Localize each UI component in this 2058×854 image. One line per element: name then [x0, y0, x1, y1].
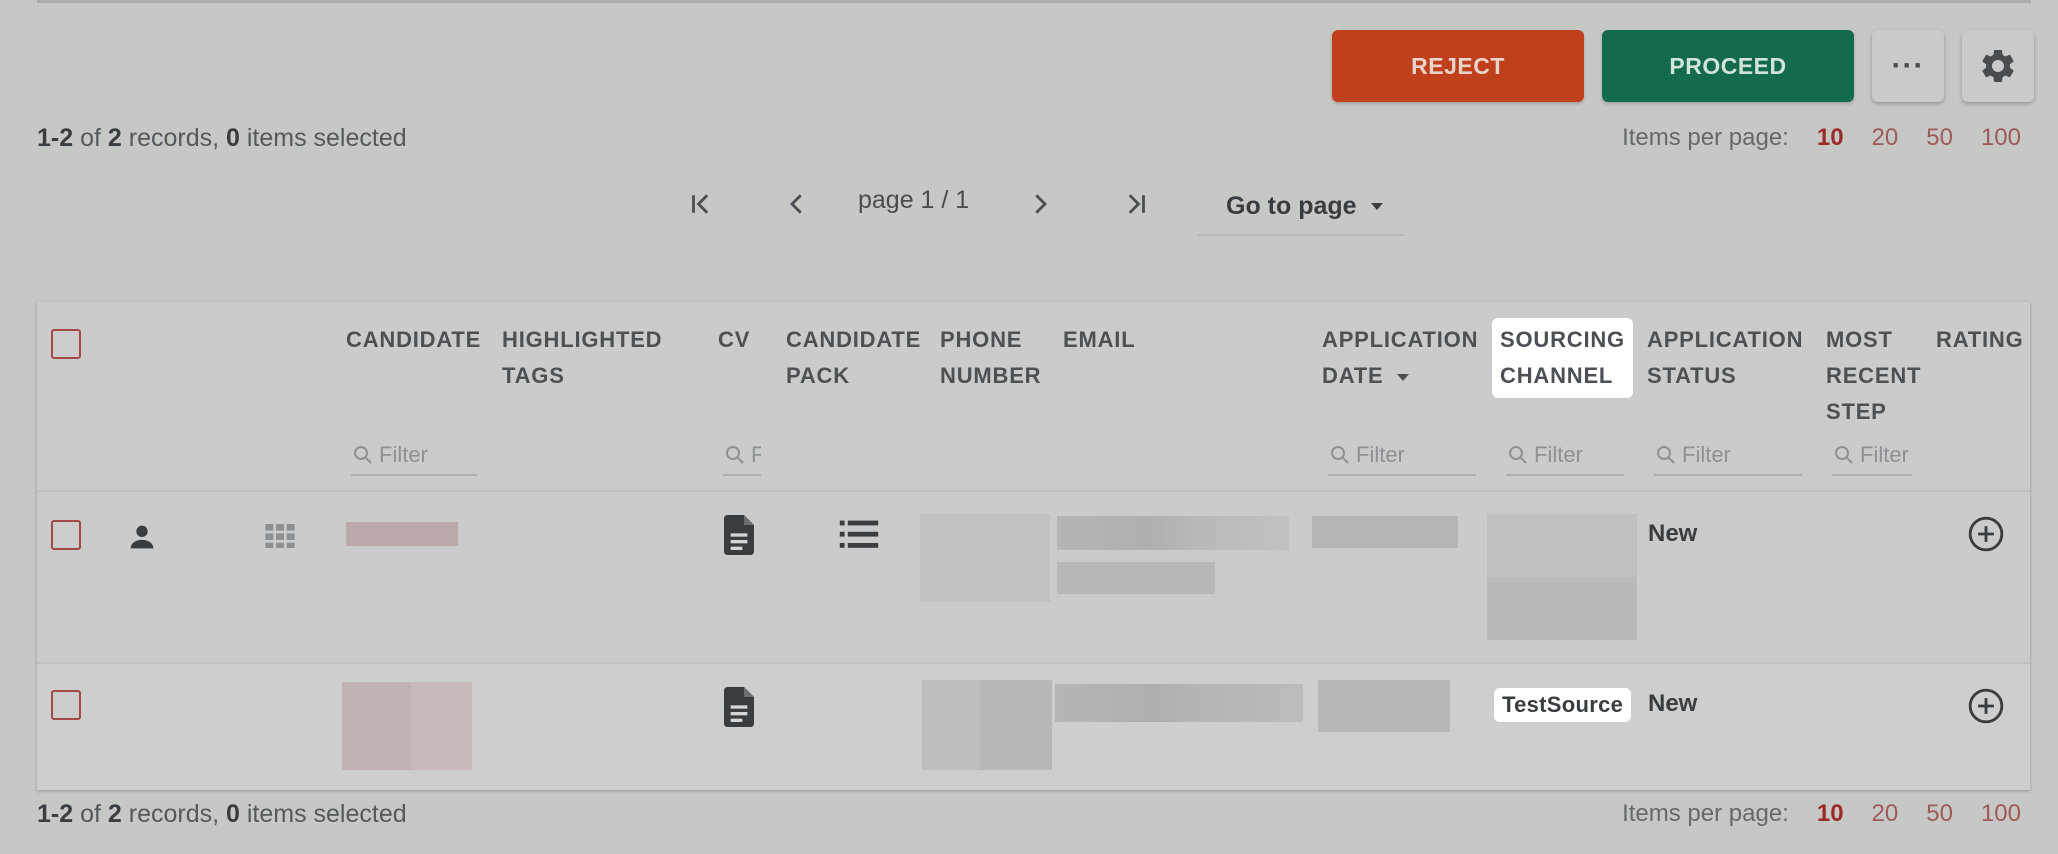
candidate-name-redacted[interactable]: [346, 522, 458, 546]
page-indicator: page 1 / 1: [858, 186, 970, 214]
col-header-rating[interactable]: RATING: [1936, 322, 2024, 358]
col-header-candidate-pack[interactable]: CANDIDATE PACK: [786, 322, 921, 394]
col-header-cv[interactable]: CV: [718, 322, 750, 358]
search-icon: [1331, 446, 1349, 464]
gear-icon: [1982, 49, 2014, 82]
application-date-filter-input[interactable]: Filter: [1328, 436, 1476, 476]
document-icon[interactable]: [722, 514, 756, 556]
prev-page-button[interactable]: [777, 184, 817, 224]
email-redacted: [1055, 684, 1303, 722]
col-header-application-status[interactable]: APPLICATION STATUS: [1647, 322, 1803, 394]
col-header-most-recent-step[interactable]: MOST RECENT STEP: [1826, 322, 1921, 430]
col-header-phone-number[interactable]: PHONE NUMBER: [940, 322, 1041, 394]
first-page-icon: [692, 194, 709, 214]
chevron-left-icon: [790, 194, 802, 214]
cv-filter-input[interactable]: Filter: [723, 436, 761, 476]
first-page-button[interactable]: [681, 184, 721, 224]
header-divider: [37, 490, 2030, 492]
go-to-page-label: Go to page: [1226, 191, 1357, 220]
ipp-option-50[interactable]: 50: [1926, 124, 1953, 152]
ipp-option-50[interactable]: 50: [1926, 800, 1953, 828]
items-per-page-label: Items per page:: [1622, 800, 1789, 827]
chevron-right-icon: [1035, 194, 1047, 214]
sourcing-channel-filter-input[interactable]: Filter: [1506, 436, 1624, 476]
add-circle-icon[interactable]: [1966, 514, 2006, 554]
phone-redacted: [922, 680, 1052, 770]
top-divider: [37, 0, 2031, 3]
row-2-status: New: [1648, 690, 1698, 717]
search-icon: [354, 446, 372, 464]
col-header-application-date[interactable]: APPLICATION DATE: [1322, 322, 1478, 394]
candidate-name-redacted[interactable]: [342, 682, 472, 770]
search-icon: [726, 446, 744, 464]
more-options-button[interactable]: ···: [1872, 30, 1944, 102]
ipp-option-20[interactable]: 20: [1872, 124, 1899, 152]
records-summary-top: 1-2 of 2 records, 0 items selected: [37, 124, 407, 152]
candidate-filter-input[interactable]: Filter: [351, 436, 477, 476]
col-header-sourcing-channel[interactable]: SOURCING CHANNEL: [1492, 318, 1633, 398]
items-per-page-label: Items per page:: [1622, 124, 1789, 151]
phone-redacted: [920, 514, 1050, 602]
settings-button[interactable]: [1962, 30, 2034, 102]
grid-icon[interactable]: [264, 522, 296, 550]
sourcing-redacted: [1487, 514, 1637, 640]
ipp-option-100[interactable]: 100: [1981, 124, 2021, 152]
search-icon: [1835, 446, 1853, 464]
select-all-checkbox[interactable]: [51, 329, 81, 359]
reject-button[interactable]: REJECT: [1332, 30, 1584, 102]
go-to-page-dropdown[interactable]: Go to page: [1198, 178, 1404, 236]
row-2-sourcing-channel: TestSource: [1494, 688, 1632, 722]
row-1-checkbox[interactable]: [51, 520, 81, 550]
ipp-option-10[interactable]: 10: [1817, 124, 1844, 152]
more-horizontal-icon: ···: [1891, 49, 1925, 82]
next-page-button[interactable]: [1020, 184, 1060, 224]
last-page-icon: [1128, 194, 1145, 214]
row-divider: [37, 662, 2030, 664]
proceed-button[interactable]: PROCEED: [1602, 30, 1854, 102]
ipp-option-100[interactable]: 100: [1981, 800, 2021, 828]
email-redacted: [1057, 516, 1289, 550]
search-icon: [1509, 446, 1527, 464]
date-redacted: [1312, 516, 1458, 548]
most-recent-step-filter-input[interactable]: Filter: [1832, 436, 1912, 476]
row-2-checkbox[interactable]: [51, 690, 81, 720]
row-1-status: New: [1648, 520, 1698, 547]
ipp-option-20[interactable]: 20: [1872, 800, 1899, 828]
sort-desc-icon: [1397, 373, 1410, 381]
application-status-filter-input[interactable]: Filter: [1654, 436, 1802, 476]
col-header-candidate[interactable]: CANDIDATE: [346, 322, 481, 358]
records-summary-bottom: 1-2 of 2 records, 0 items selected: [37, 800, 407, 828]
search-icon: [1657, 446, 1675, 464]
email-redacted-2: [1057, 562, 1215, 594]
chevron-down-icon: [1370, 202, 1383, 210]
ipp-option-10[interactable]: 10: [1817, 800, 1844, 828]
col-header-highlighted-tags[interactable]: HIGHLIGHTED TAGS: [502, 322, 662, 394]
document-icon[interactable]: [722, 686, 756, 728]
list-icon[interactable]: [838, 518, 880, 552]
add-circle-icon[interactable]: [1966, 686, 2006, 726]
items-per-page-top: Items per page: 10 20 50 100: [1622, 124, 2021, 152]
col-header-email[interactable]: EMAIL: [1063, 322, 1135, 358]
last-page-button[interactable]: [1116, 184, 1156, 224]
person-icon[interactable]: [125, 520, 159, 554]
items-per-page-bottom: Items per page: 10 20 50 100: [1622, 800, 2021, 828]
date-redacted: [1318, 680, 1450, 732]
